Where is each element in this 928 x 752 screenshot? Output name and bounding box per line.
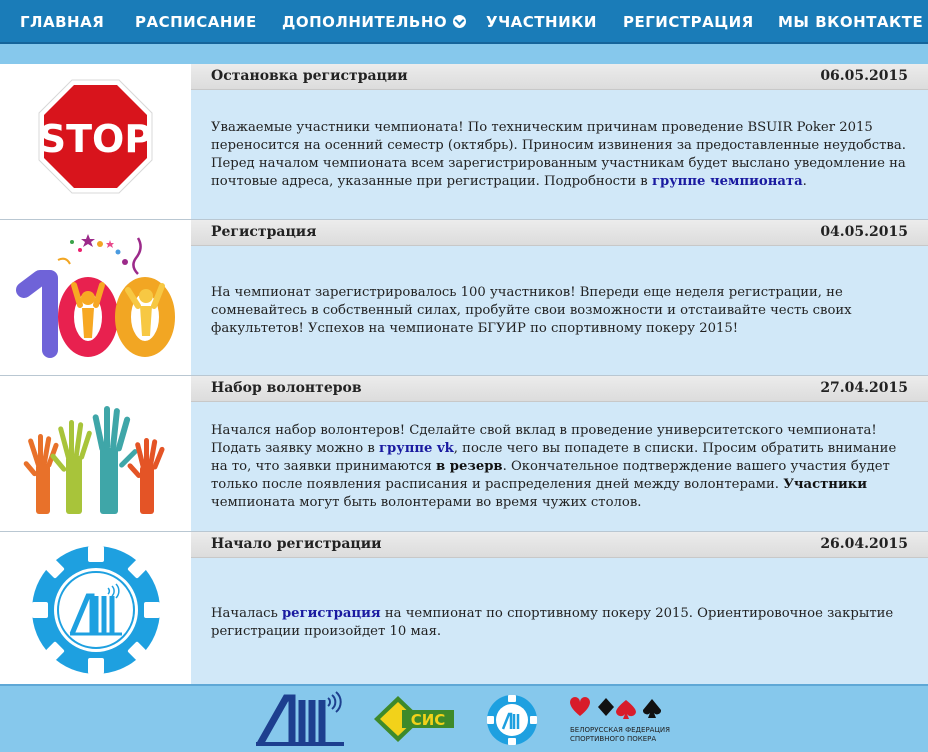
news-text-bold: Участники	[783, 476, 868, 492]
nav-shadow-strip	[0, 44, 928, 64]
poker-chip-logo-icon	[32, 546, 160, 674]
news-header: Набор волонтеров 27.04.2015	[191, 376, 928, 402]
nav-item-more[interactable]: ДОПОЛНИТЕЛЬНО	[282, 13, 467, 31]
news-text-part: чемпионата могут быть волонтерами во вре…	[211, 494, 642, 510]
nav-item-more-label: ДОПОЛНИТЕЛЬНО	[282, 13, 448, 31]
poker-chip-logo-icon[interactable]	[486, 694, 538, 746]
chevron-down-icon	[453, 15, 467, 28]
news-item: Набор волонтеров 27.04.2015 Начался набо…	[0, 376, 928, 532]
federation-line-2: СПОРТИВНОГО ПОКЕРА	[570, 735, 656, 743]
news-item: Начало регистрации 26.04.2015 Началась р…	[0, 532, 928, 688]
news-thumbnail	[0, 532, 191, 687]
vk-group-link[interactable]: группе vk	[379, 441, 454, 456]
news-text: Начался набор волонтеров! Сделайте свой …	[211, 422, 910, 512]
news-date: 06.05.2015	[820, 68, 908, 84]
news-header: Регистрация 04.05.2015	[191, 220, 928, 246]
news-text: Уважаемые участники чемпионата! По техни…	[211, 119, 910, 191]
news-body: На чемпионат зарегистрировалось 100 учас…	[191, 246, 928, 375]
news-body: Уважаемые участники чемпионата! По техни…	[191, 90, 928, 219]
news-text: На чемпионат зарегистрировалось 100 учас…	[211, 284, 852, 336]
top-nav-bar: ГЛАВНАЯ РАСПИСАНИЕ ДОПОЛНИТЕЛЬНО УЧАСТНИ…	[0, 0, 928, 44]
news-title: Набор волонтеров	[211, 380, 362, 396]
belarus-poker-federation-logo-icon[interactable]: БЕЛОРУССКАЯ ФЕДЕРАЦИЯ СПОРТИВНОГО ПОКЕРА	[566, 696, 670, 748]
championship-group-link[interactable]: группе чемпионата	[652, 174, 803, 189]
nav-item-participants[interactable]: УЧАСТНИКИ	[486, 13, 597, 31]
nav-item-registration[interactable]: РЕГИСТРАЦИЯ	[623, 13, 754, 31]
nav-item-vkontakte[interactable]: МЫ ВКОНТАКТЕ	[778, 13, 923, 31]
nav-item-schedule[interactable]: РАСПИСАНИЕ	[135, 13, 257, 31]
news-thumbnail	[0, 220, 191, 375]
federation-line-1: БЕЛОРУССКАЯ ФЕДЕРАЦИЯ	[570, 726, 670, 734]
bsuir-logo-icon[interactable]	[252, 690, 348, 748]
stop-sign-text: STOP	[39, 117, 152, 161]
news-title: Регистрация	[211, 224, 317, 240]
news-date: 26.04.2015	[820, 536, 908, 552]
news-title: Начало регистрации	[211, 536, 382, 552]
hundred-celebration-icon	[16, 234, 175, 358]
news-date: 27.04.2015	[820, 380, 908, 396]
news-body: Началась регистрация на чемпионат по спо…	[191, 558, 928, 687]
news-thumbnail: STOP	[0, 64, 191, 219]
news-item: STOP Остановка регистрации 06.05.2015 Ув…	[0, 64, 928, 220]
news-list: STOP Остановка регистрации 06.05.2015 Ув…	[0, 64, 928, 688]
sis-logo-icon[interactable]: СИС	[372, 694, 456, 744]
news-item: Регистрация 04.05.2015 На чемпионат заре…	[0, 220, 928, 376]
news-thumbnail	[0, 376, 191, 531]
news-text-bold: в резерв	[436, 458, 503, 474]
news-text: Началась регистрация на чемпионат по спо…	[211, 605, 910, 641]
footer-partners: СИС БЕЛОРУССКАЯ ФЕДЕРАЦИЯ СПОРТИВНОГО ПО…	[0, 684, 928, 752]
stop-sign-icon: STOP	[38, 79, 153, 194]
sis-logo-text: СИС	[411, 711, 446, 729]
nav-item-home[interactable]: ГЛАВНАЯ	[20, 13, 104, 31]
registration-link[interactable]: регистрация	[282, 606, 381, 621]
raised-hands-icon	[23, 406, 165, 514]
news-text-part: Началась	[211, 605, 282, 621]
news-text-part: .	[802, 173, 807, 189]
news-header: Начало регистрации 26.04.2015	[191, 532, 928, 558]
news-title: Остановка регистрации	[211, 68, 408, 84]
news-header: Остановка регистрации 06.05.2015	[191, 64, 928, 90]
news-body: Начался набор волонтеров! Сделайте свой …	[191, 402, 928, 531]
news-date: 04.05.2015	[820, 224, 908, 240]
